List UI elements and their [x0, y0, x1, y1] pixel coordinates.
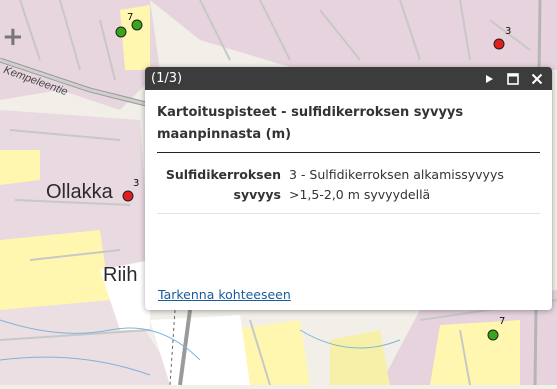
map-point[interactable] [493, 38, 505, 50]
feature-info-popup: (1/3) Kartoituspisteet - sulfidikerrokse… [145, 67, 552, 310]
zoom-in-icon[interactable]: + [2, 22, 24, 52]
close-icon[interactable] [528, 70, 546, 88]
attribute-value: 3 - Sulfidikerroksen alkamissyvyys >1,5-… [289, 167, 504, 202]
popup-counter: (1/3) [151, 71, 183, 86]
popup-header: (1/3) [145, 67, 552, 90]
map-point[interactable] [115, 26, 127, 38]
maximize-icon[interactable] [504, 70, 522, 88]
map-point[interactable] [122, 190, 134, 202]
map-point[interactable] [487, 329, 499, 341]
popup-body: Kartoituspisteet - sulfidikerroksen syvy… [145, 90, 552, 214]
divider [157, 213, 540, 214]
attribute-row: Sulfidikerroksen syvyys 3 - Sulfidikerro… [157, 165, 540, 205]
play-next-icon[interactable] [480, 70, 498, 88]
town-label: Riih [103, 264, 138, 286]
point-label: 3 [133, 178, 140, 189]
town-label: Ollakka [46, 181, 113, 203]
map-point[interactable] [131, 19, 143, 31]
point-label: 7 [127, 12, 134, 23]
point-label: 3 [505, 26, 512, 37]
point-label: 7 [499, 316, 506, 327]
attribute-name: Sulfidikerroksen syvyys [165, 167, 281, 202]
popup-title: Kartoituspisteet - sulfidikerroksen syvy… [157, 102, 540, 153]
zoom-to-feature-link[interactable]: Tarkenna kohteeseen [158, 287, 291, 302]
